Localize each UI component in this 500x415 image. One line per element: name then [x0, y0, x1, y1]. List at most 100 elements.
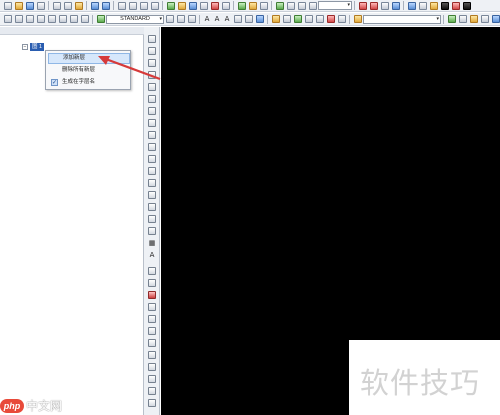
sheet-set-icon[interactable] [199, 1, 208, 10]
text-style-icon[interactable] [96, 15, 105, 23]
lineweight-icon[interactable] [69, 15, 78, 23]
ortho-icon[interactable] [25, 15, 34, 23]
ellipse-icon[interactable] [148, 143, 156, 151]
arc-icon[interactable] [148, 95, 156, 103]
spell-check-icon[interactable] [244, 15, 253, 23]
stretch-icon[interactable] [148, 363, 156, 371]
layer-match-icon[interactable] [304, 15, 313, 23]
design-center-icon[interactable] [177, 1, 186, 10]
layer-state-icon[interactable] [248, 1, 257, 10]
find-icon[interactable] [255, 15, 264, 23]
ellipse-arc-icon[interactable] [148, 155, 156, 163]
circle-icon[interactable] [148, 107, 156, 115]
mirror-icon[interactable] [148, 291, 156, 299]
zoom-previous-icon[interactable] [150, 1, 159, 10]
layer-walk-icon[interactable] [293, 15, 302, 23]
text-edit-icon[interactable] [233, 15, 242, 23]
point-icon[interactable] [148, 191, 156, 199]
view-front-icon[interactable] [407, 1, 416, 10]
copy-icon[interactable] [63, 1, 72, 10]
model-icon[interactable] [80, 15, 89, 23]
extend-icon[interactable] [148, 387, 156, 395]
open-icon[interactable] [14, 1, 23, 10]
lights-icon[interactable] [391, 1, 400, 10]
layer-manager-icon[interactable] [237, 1, 246, 10]
plot-icon[interactable] [36, 1, 45, 10]
spline-icon[interactable] [148, 131, 156, 139]
layer-color-icon[interactable] [308, 1, 317, 10]
tool-palette-icon[interactable] [188, 1, 197, 10]
layer-previous-icon[interactable] [259, 1, 268, 10]
layer-dropdown[interactable]: ▾ [318, 1, 352, 10]
scale-icon[interactable] [148, 351, 156, 359]
osnap-icon[interactable] [36, 15, 45, 23]
image-icon[interactable] [451, 1, 460, 10]
new-icon[interactable] [3, 1, 12, 10]
linetype-icon[interactable] [447, 15, 456, 23]
markup-icon[interactable] [210, 1, 219, 10]
plotstyle-icon[interactable] [469, 15, 478, 23]
hatch-icon[interactable] [148, 203, 156, 211]
paste-icon[interactable] [74, 1, 83, 10]
properties-icon[interactable] [166, 1, 175, 10]
dim-style-icon[interactable] [165, 15, 174, 23]
redo-icon[interactable] [101, 1, 110, 10]
text-c-icon[interactable]: A [223, 15, 231, 23]
named-views-icon[interactable] [491, 15, 500, 23]
trim-icon[interactable] [148, 375, 156, 383]
gradient-icon[interactable] [148, 215, 156, 223]
visual-style-icon[interactable] [440, 1, 449, 10]
make-block-icon[interactable] [148, 179, 156, 187]
text-style-dropdown[interactable]: STANDARD ▾ [106, 14, 164, 24]
region-icon[interactable] [148, 227, 156, 235]
snap-icon[interactable] [14, 15, 23, 23]
construction-line-icon[interactable] [148, 47, 156, 55]
tree-node-label[interactable]: 图 1 [30, 43, 45, 51]
record-icon[interactable] [369, 1, 378, 10]
layer-on-icon[interactable] [275, 1, 284, 10]
collapse-icon[interactable]: − [22, 44, 28, 50]
render-icon[interactable] [358, 1, 367, 10]
polyline-icon[interactable] [148, 59, 156, 67]
cut-icon[interactable] [52, 1, 61, 10]
color-dropdown[interactable]: ▾ [363, 14, 441, 24]
erase-icon[interactable] [148, 267, 156, 275]
multileader-style-icon[interactable] [187, 15, 196, 23]
table-icon[interactable]: ▦ [148, 239, 156, 247]
otrack-icon[interactable] [58, 15, 67, 23]
view-manager-icon[interactable] [480, 15, 489, 23]
zoom-realtime-icon[interactable] [128, 1, 137, 10]
move-icon[interactable] [148, 327, 156, 335]
rectangle-icon[interactable] [148, 83, 156, 91]
view-iso-icon[interactable] [429, 1, 438, 10]
layer-merge-icon[interactable] [315, 15, 324, 23]
layer-iso-icon[interactable] [282, 15, 291, 23]
layer-freeze-icon[interactable] [286, 1, 295, 10]
undo-icon[interactable] [90, 1, 99, 10]
polar-icon[interactable] [47, 15, 56, 23]
break-icon[interactable] [148, 399, 156, 407]
tree-node[interactable]: − 图 1 [22, 43, 45, 51]
materials-icon[interactable] [380, 1, 389, 10]
save-icon[interactable] [25, 1, 34, 10]
text-a-icon[interactable]: A [203, 15, 211, 23]
layer-lock-icon[interactable] [297, 1, 306, 10]
menu-item-generate-layer-name[interactable]: ✓ 生成在字层名 [48, 77, 130, 88]
grid-icon[interactable] [3, 15, 12, 23]
polygon-icon[interactable] [148, 71, 156, 79]
zoom-window-icon[interactable] [139, 1, 148, 10]
view-top-icon[interactable] [418, 1, 427, 10]
rotate-icon[interactable] [148, 339, 156, 347]
insert-block-icon[interactable] [148, 167, 156, 175]
menu-item-delete-all-layers[interactable]: 删除所有新层 [48, 65, 130, 76]
offset-icon[interactable] [148, 303, 156, 311]
pan-icon[interactable] [117, 1, 126, 10]
layer-props-icon[interactable] [271, 15, 280, 23]
menu-item-add-layer[interactable]: 添加新层 [48, 53, 130, 64]
layer-translate-icon[interactable] [337, 15, 346, 23]
table-style-icon[interactable] [176, 15, 185, 23]
array-icon[interactable] [148, 315, 156, 323]
mtext-icon[interactable]: A [148, 251, 156, 259]
shade-icon[interactable] [462, 1, 471, 10]
copy-object-icon[interactable] [148, 279, 156, 287]
